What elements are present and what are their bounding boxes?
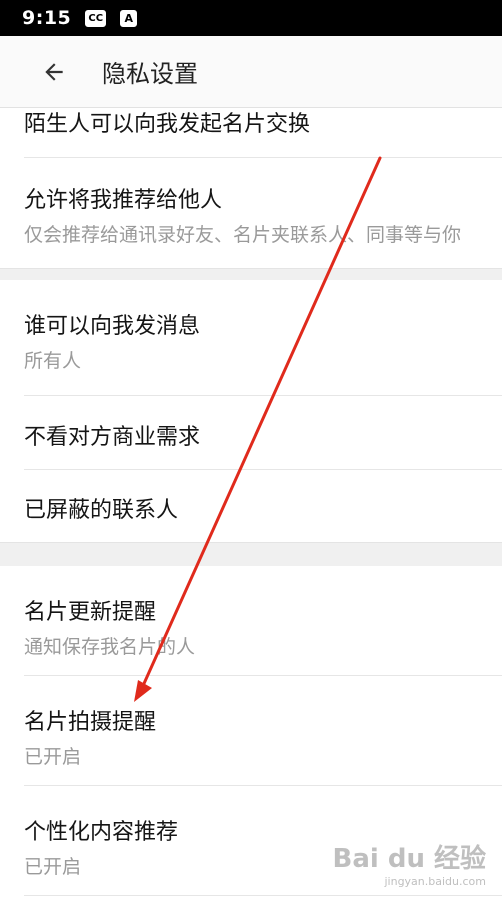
divider [24,895,502,896]
setting-title: 允许将我推荐给他人 [24,188,223,213]
setting-stranger-card-exchange[interactable]: 陌生人可以向我发起名片交换 [0,108,502,158]
back-button[interactable] [34,52,74,92]
status-time: 9:15 [22,7,72,29]
setting-subtitle: 已开启 [24,746,82,768]
setting-recommend-me[interactable]: 允许将我推荐给他人 仅会推荐给通讯录好友、名片夹联系人、同事等与你 [0,158,502,268]
setting-subtitle: 仅会推荐给通讯录好友、名片夹联系人、同事等与你 [24,224,462,246]
setting-subtitle: 通知保存我名片的人 [24,636,196,658]
font-a-icon: A [120,9,138,27]
setting-title: 名片更新提醒 [24,600,157,625]
setting-card-update-reminder[interactable]: 名片更新提醒 通知保存我名片的人 [0,566,502,676]
section-gap [0,542,502,566]
setting-hide-business-needs[interactable]: 不看对方商业需求 [0,396,502,470]
setting-card-photo-reminder[interactable]: 名片拍摄提醒 已开启 [0,676,502,786]
watermark-brand: Bai du 经验 [332,844,487,874]
settings-list: 陌生人可以向我发起名片交换 允许将我推荐给他人 仅会推荐给通讯录好友、名片夹联系… [0,108,502,896]
app-bar: 隐私设置 [0,36,502,108]
cc-icon: CC [85,9,107,27]
setting-title: 陌生人可以向我发起名片交换 [24,112,311,137]
status-bar: 9:15 CC A [0,0,502,36]
section-gap [0,268,502,280]
arrow-left-icon [45,62,63,81]
setting-blocked-contacts[interactable]: 已屏蔽的联系人 [0,470,502,542]
watermark-url: jingyan.baidu.com [384,875,486,888]
setting-who-can-message[interactable]: 谁可以向我发消息 所有人 [0,280,502,396]
setting-title: 不看对方商业需求 [24,425,201,450]
setting-title: 已屏蔽的联系人 [24,498,179,523]
setting-title: 名片拍摄提醒 [24,710,157,735]
setting-subtitle: 所有人 [24,350,82,372]
baidu-watermark: Bai du 经验 jingyan.baidu.com [333,838,487,888]
setting-title: 谁可以向我发消息 [24,314,201,339]
page-title: 隐私设置 [102,60,198,88]
